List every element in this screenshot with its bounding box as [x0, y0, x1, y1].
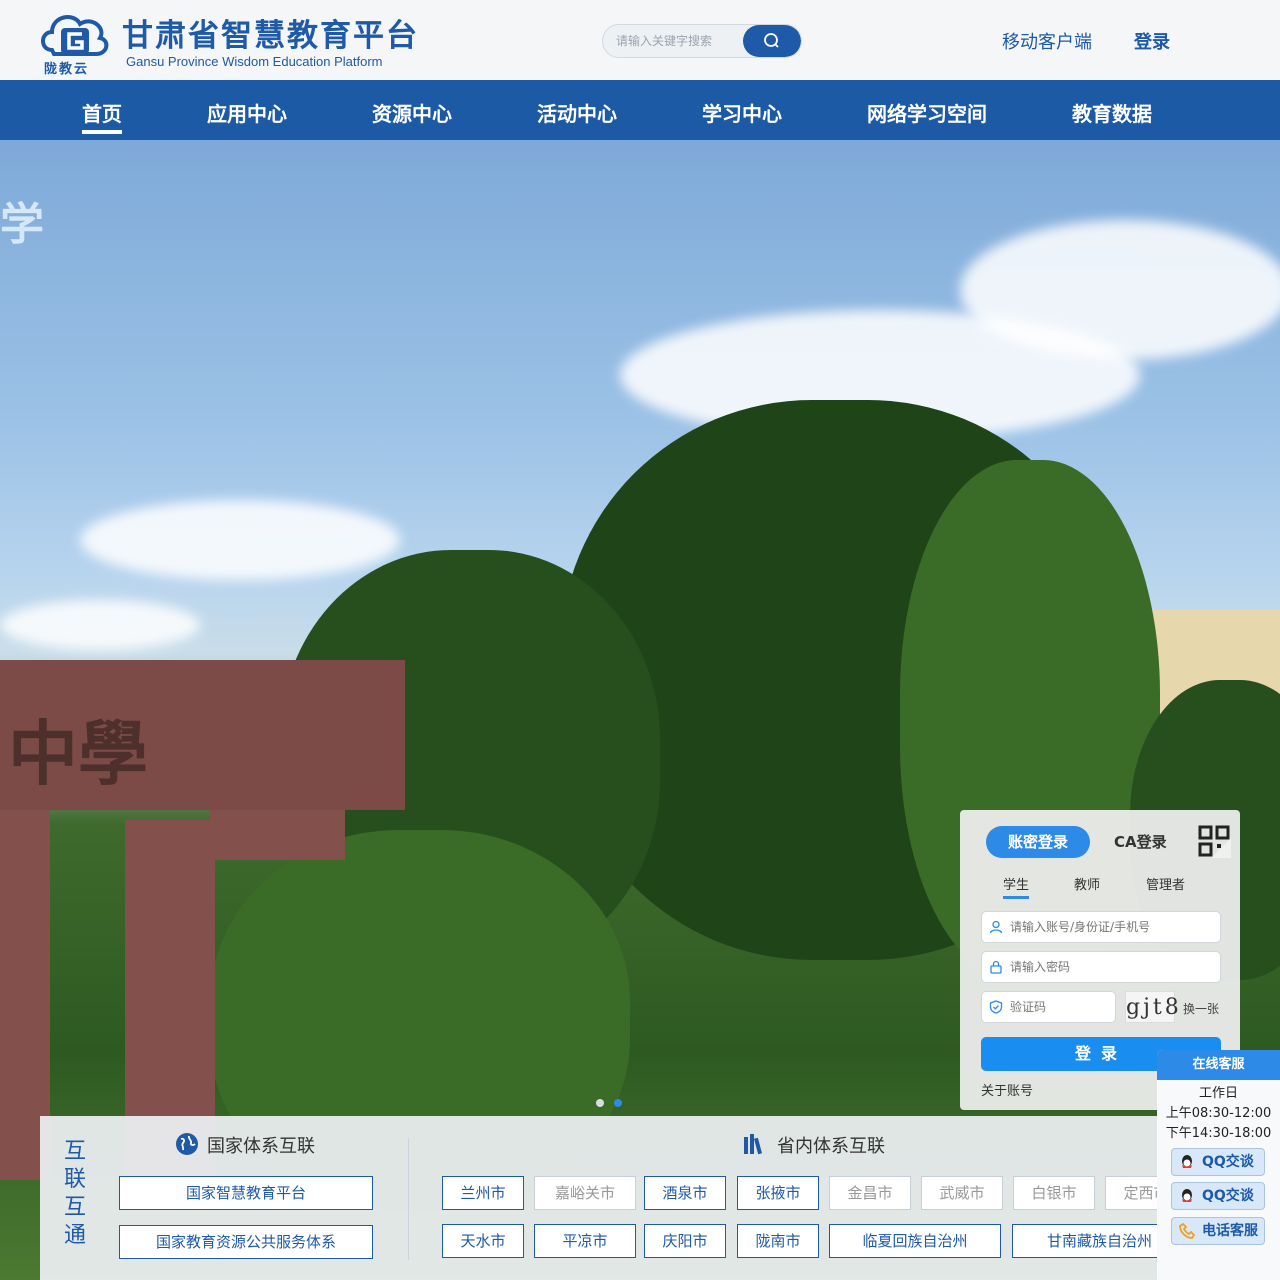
captcha-image[interactable]: gjt8 [1125, 991, 1179, 1023]
tab-ca-login[interactable]: CA登录 [1114, 831, 1167, 852]
qq-chat-label-2: QQ交谈 [1202, 1188, 1254, 1204]
qq-icon [1182, 1155, 1192, 1168]
section-divider [408, 1138, 409, 1260]
cloud-shape [80, 500, 400, 580]
account-field [981, 911, 1221, 943]
header: 陇教云 甘肃省智慧教育平台 Gansu Province Wisdom Educ… [0, 0, 1280, 80]
lock-icon [990, 960, 1002, 974]
tab-password-login[interactable]: 账密登录 [986, 826, 1090, 858]
qq-chat-button-2[interactable]: QQ交谈 [1171, 1182, 1265, 1210]
books-icon [744, 1134, 763, 1155]
role-teacher[interactable]: 教师 [1074, 874, 1100, 893]
banner-text: 学 [0, 199, 44, 250]
provincial-section-title: 省内体系互联 [777, 1136, 885, 1157]
city-qingyang[interactable]: 庆阳市 [644, 1224, 726, 1258]
nav-item-learning[interactable]: 学习中心 [702, 98, 782, 127]
nav-item-activities[interactable]: 活动中心 [537, 98, 617, 127]
nav-active-indicator [82, 130, 122, 134]
national-link-resource-service[interactable]: 国家教育资源公共服务体系 [119, 1225, 373, 1259]
city-baiyin[interactable]: 白银市 [1013, 1176, 1095, 1210]
service-afternoon-hours: 下午14:30-18:00 [1165, 1126, 1272, 1141]
city-lanzhou[interactable]: 兰州市 [442, 1176, 524, 1210]
phone-icon [1179, 1222, 1196, 1239]
interconnect-title: 互联互通 [63, 1139, 86, 1248]
interconnect-panel: 互联互通 国家体系互联 国家智慧教育平台 国家教育资源公共服务体系 省内体系互联… [40, 1116, 1240, 1280]
city-pingliang[interactable]: 平凉市 [534, 1224, 636, 1258]
qr-code-icon[interactable] [1197, 824, 1231, 858]
nav-item-home[interactable]: 首页 [82, 98, 122, 127]
service-title: 在线客服 [1157, 1050, 1280, 1080]
city-longnan[interactable]: 陇南市 [737, 1224, 819, 1258]
phone-service-label: 电话客服 [1202, 1223, 1258, 1239]
phone-service-button[interactable]: 电话客服 [1171, 1217, 1265, 1245]
gate-text: 中學 [8, 712, 148, 795]
qq-chat-button-1[interactable]: QQ交谈 [1171, 1148, 1265, 1176]
service-morning-hours: 上午08:30-12:00 [1165, 1106, 1272, 1121]
main-nav: 首页 应用中心 资源中心 活动中心 学习中心 网络学习空间 教育数据 [0, 80, 1280, 140]
search-box [602, 24, 802, 58]
carousel-dot-2[interactable] [614, 1099, 622, 1107]
password-field [981, 951, 1221, 983]
site-title[interactable]: 甘肃省智慧教育平台 [122, 10, 419, 55]
carousel-dot-1[interactable] [596, 1099, 604, 1107]
city-zhangye[interactable]: 张掖市 [737, 1176, 819, 1210]
captcha-input[interactable] [1008, 992, 1111, 1022]
user-icon [989, 920, 1003, 934]
logo-text: 陇教云 [44, 62, 90, 77]
city-jiuquan[interactable]: 酒泉市 [644, 1176, 726, 1210]
about-account-link[interactable]: 关于账号 [981, 1080, 1033, 1099]
gate-pillar [210, 810, 345, 860]
national-section-title: 国家体系互联 [207, 1136, 315, 1157]
city-jiayuguan[interactable]: 嘉峪关市 [534, 1176, 636, 1210]
search-input[interactable] [603, 25, 745, 57]
nav-item-resources[interactable]: 资源中心 [372, 98, 452, 127]
search-button[interactable] [743, 25, 801, 57]
nav-item-apps[interactable]: 应用中心 [207, 98, 287, 127]
password-input[interactable] [1008, 952, 1216, 982]
role-admin[interactable]: 管理者 [1146, 874, 1185, 893]
globe-icon [176, 1133, 198, 1155]
account-input[interactable] [1008, 912, 1216, 942]
city-linxia[interactable]: 临夏回族自治州 [829, 1224, 1001, 1258]
header-login-link[interactable]: 登录 [1134, 28, 1170, 54]
city-tianshui[interactable]: 天水市 [442, 1224, 524, 1258]
city-wuwei[interactable]: 武威市 [921, 1176, 1003, 1210]
mobile-client-link[interactable]: 移动客户端 [1002, 28, 1092, 54]
nav-item-learning-space[interactable]: 网络学习空间 [867, 98, 987, 127]
role-student[interactable]: 学生 [1003, 874, 1029, 893]
online-service-panel: 在线客服 工作日 上午08:30-12:00 下午14:30-18:00 QQ交… [1157, 1050, 1280, 1280]
cloud-shape [0, 600, 200, 650]
site-subtitle: Gansu Province Wisdom Education Platform [126, 54, 383, 69]
national-link-smart-education[interactable]: 国家智慧教育平台 [119, 1176, 373, 1210]
qq-icon [1182, 1189, 1192, 1202]
captcha-refresh-link[interactable]: 换一张 [1183, 1000, 1219, 1017]
qq-chat-label-1: QQ交谈 [1202, 1154, 1254, 1170]
nav-item-education-data[interactable]: 教育数据 [1072, 98, 1152, 127]
service-workday: 工作日 [1198, 1086, 1238, 1101]
captcha-field [981, 991, 1116, 1023]
city-jinchang[interactable]: 金昌市 [829, 1176, 911, 1210]
role-active-indicator [1003, 896, 1029, 899]
search-icon [764, 33, 779, 48]
shield-icon [989, 1000, 1003, 1014]
